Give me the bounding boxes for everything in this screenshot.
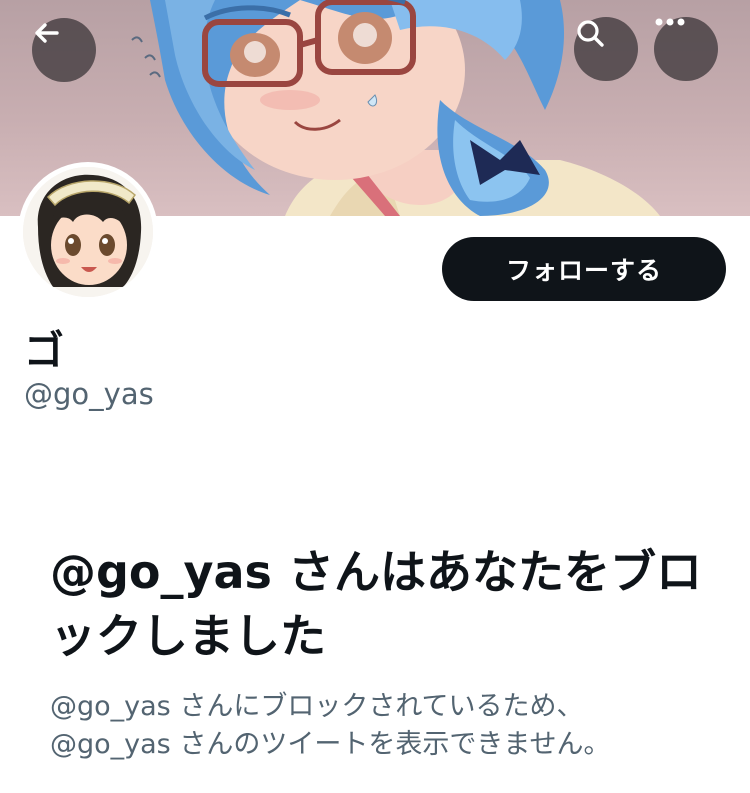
blocked-notice-description: @go_yas さんにブロックされているため、 @go_yas さんのツイートを… <box>50 688 710 764</box>
display-name: ゴ <box>24 328 64 374</box>
blocked-notice-line-1: @go_yas さんにブロックされているため、 <box>50 691 584 722</box>
avatar-image <box>23 167 153 297</box>
follow-button[interactable]: フォローする <box>442 237 726 301</box>
more-horizontal-icon <box>655 18 685 26</box>
avatar[interactable] <box>18 162 158 302</box>
more-button[interactable] <box>654 17 718 81</box>
blocked-notice-title: @go_yas さんはあなたをブロックしました <box>50 545 702 663</box>
avatar-illustration <box>23 167 153 297</box>
user-handle: @go_yas <box>24 377 154 411</box>
blocked-notice-line-2: @go_yas さんのツイートを表示できません。 <box>50 729 611 760</box>
back-button[interactable] <box>32 18 96 82</box>
profile-page: フォローする ゴ @go_yas @go_yas さんはあなたをブロックしました… <box>0 0 750 793</box>
arrow-left-icon <box>35 23 59 43</box>
search-icon <box>577 20 604 47</box>
search-button[interactable] <box>574 17 638 81</box>
